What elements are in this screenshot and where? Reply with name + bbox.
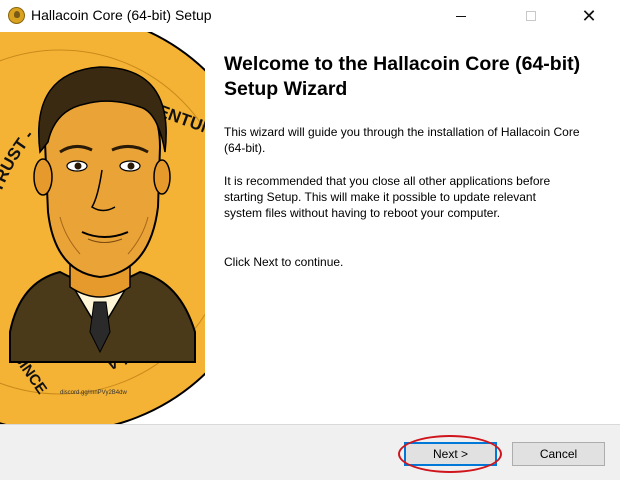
close-button[interactable]: ✕: [566, 0, 612, 32]
hallacoin-coin-icon: [8, 7, 25, 24]
title-bar: Hallacoin Core (64-bit) Setup ✕: [0, 0, 620, 32]
close-icon: ✕: [581, 5, 597, 26]
coin-small-text: discord.gg/mnPVy2B4dw: [60, 390, 127, 396]
window-title: Hallacoin Core (64-bit) Setup: [31, 7, 212, 23]
cancel-button[interactable]: Cancel: [512, 442, 605, 466]
welcome-banner: WE TRUST - - INVENTUM - SINCE S IN HALLA…: [0, 32, 205, 424]
recommendation-text: It is recommended that you close all oth…: [224, 174, 551, 220]
minimize-icon: [456, 15, 466, 17]
hallacoin-coin-image: WE TRUST - - INVENTUM - SINCE S IN HALLA…: [0, 32, 205, 424]
maximize-icon: [526, 11, 536, 21]
intro-text: This wizard will guide you through the i…: [224, 125, 580, 155]
continue-instruction: Click Next to continue.: [224, 255, 344, 269]
next-button[interactable]: Next >: [404, 442, 497, 466]
wizard-heading: Welcome to the Hallacoin Core (64-bit) S…: [224, 53, 581, 100]
minimize-button[interactable]: [438, 0, 484, 32]
maximize-button: [508, 0, 554, 32]
